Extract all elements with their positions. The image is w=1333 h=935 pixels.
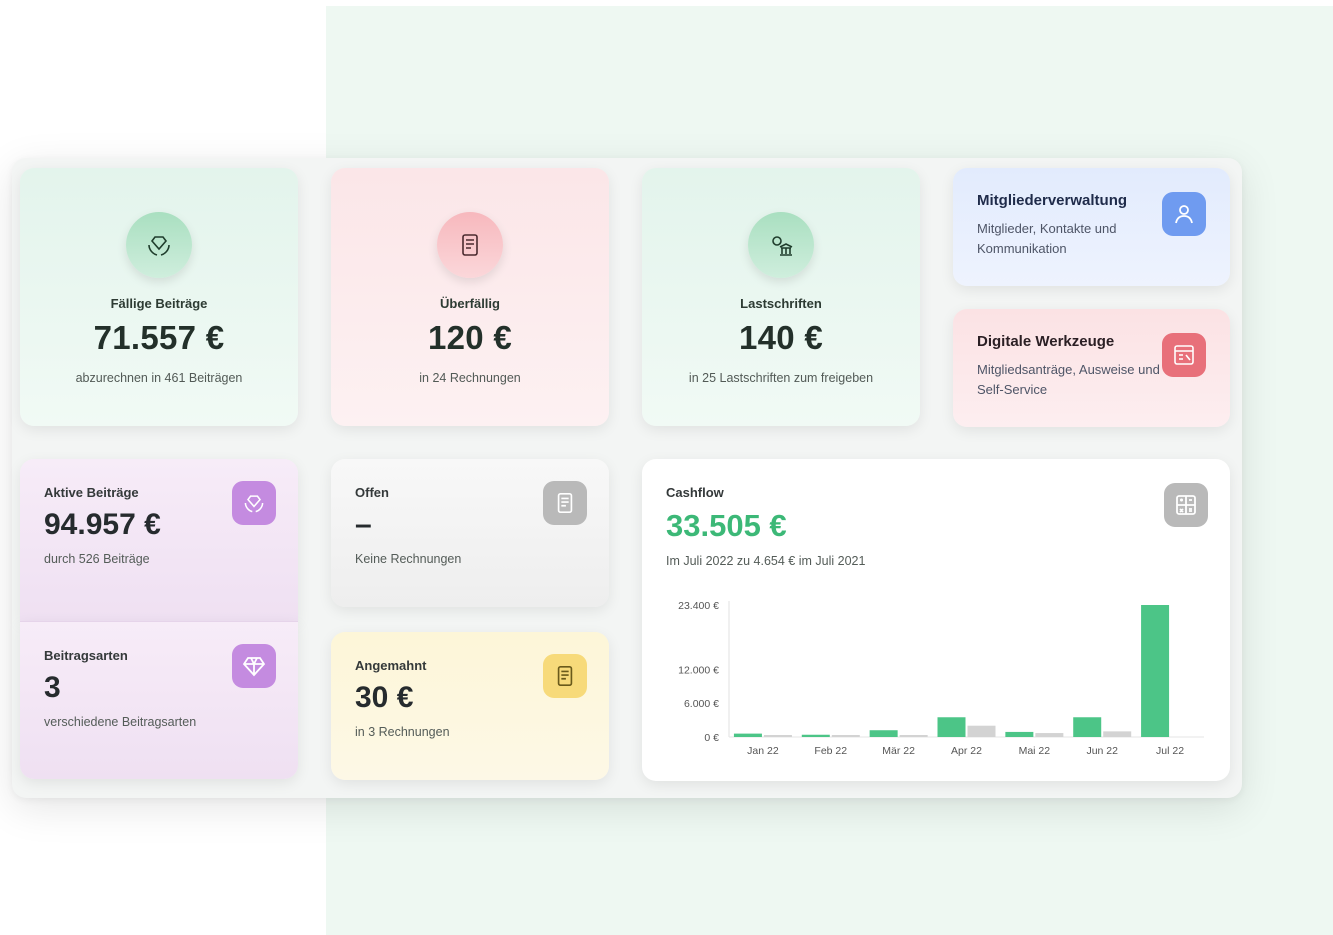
feature-card-members[interactable]: Mitgliederverwaltung Mitglieder, Kontakt… (953, 168, 1230, 286)
feature-desc: Mitglieder, Kontakte und Kommunikation (977, 221, 1117, 256)
y-tick-label: 23.400 € (678, 600, 719, 612)
hands-gem-icon (232, 481, 276, 525)
x-tick-label: Apr 22 (951, 745, 982, 757)
stat-value: 140 € (738, 319, 824, 356)
stat-card-direct-debits[interactable]: Lastschriften 140 € in 25 Lastschriften … (642, 168, 920, 426)
y-tick-label: 6.000 € (684, 698, 719, 710)
info-sub: durch 526 Beiträge (44, 552, 150, 566)
stat-sub: abzurechnen in 461 Beiträgen (75, 371, 243, 385)
members-icon (1162, 192, 1206, 236)
stat-sub: in 25 Lastschriften zum freigeben (688, 371, 874, 385)
feature-card-digital-tools[interactable]: Digitale Werkzeuge Mitgliedsanträge, Aus… (953, 309, 1230, 427)
cashflow-card[interactable]: Cashflow 33.505 € Im Juli 2022 zu 4.654 … (642, 459, 1230, 781)
info-card-dunned[interactable]: Angemahnt 30 € in 3 Rechnungen (331, 632, 609, 780)
invoice-icon (543, 481, 587, 525)
info-sub: verschiedene Beitragsarten (44, 715, 197, 729)
stat-sub: in 24 Rechnungen (419, 371, 521, 385)
stat-label: Überfällig (440, 296, 500, 311)
stat-value: 120 € (427, 319, 513, 356)
info-sub: Keine Rechnungen (355, 552, 462, 566)
bar-previous[interactable] (831, 735, 860, 737)
bar-previous[interactable] (1103, 731, 1132, 737)
bar-current[interactable] (1073, 717, 1102, 737)
bar-previous[interactable] (967, 725, 996, 737)
stat-card-due[interactable]: Fällige Beiträge 71.557 € abzurechnen in… (20, 168, 298, 426)
x-tick-label: Jul 22 (1156, 745, 1184, 757)
invoice-icon (437, 212, 503, 278)
bar-current[interactable] (1005, 731, 1034, 737)
info-card-types[interactable]: Beitragsarten 3 verschiedene Beitragsart… (20, 621, 298, 779)
x-tick-label: Jun 22 (1086, 745, 1118, 757)
stat-value: 71.557 € (93, 319, 225, 356)
stat-label: Fällige Beiträge (110, 296, 208, 311)
x-tick-label: Mai 22 (1019, 745, 1051, 757)
bar-current[interactable] (869, 730, 898, 737)
bar-previous[interactable] (763, 735, 792, 737)
cashflow-chart: 0 € 6.000 € 12.000 € 23.400 € Jan 22 Feb 22 Mä… (678, 600, 1204, 757)
diamond-icon (232, 644, 276, 688)
x-tick-label: Feb 22 (814, 745, 847, 757)
y-tick-label: 0 € (704, 732, 719, 744)
bar-current[interactable] (1141, 605, 1170, 737)
y-tick-label: 12.000 € (678, 664, 719, 676)
stat-card-overdue[interactable]: Überfällig 120 € in 24 Rechnungen (331, 168, 609, 426)
bank-transfer-icon (748, 212, 814, 278)
feature-desc: Mitgliedsanträge, Ausweise und Self-Serv… (977, 362, 1160, 397)
bar-previous[interactable] (1035, 733, 1064, 737)
x-tick-label: Jan 22 (747, 745, 779, 757)
digital-tools-icon (1162, 333, 1206, 377)
bar-current[interactable] (733, 733, 762, 737)
invoice-icon (543, 654, 587, 698)
bar-current[interactable] (801, 734, 830, 737)
stat-label: Lastschriften (740, 296, 822, 311)
info-sub: in 3 Rechnungen (355, 725, 450, 739)
info-card-open[interactable]: Offen – Keine Rechnungen (331, 459, 609, 607)
bar-previous[interactable] (899, 735, 928, 737)
x-tick-label: Mär 22 (882, 745, 915, 757)
hands-gem-icon (126, 212, 192, 278)
bar-current[interactable] (937, 717, 966, 737)
info-card-active[interactable]: Aktive Beiträge 94.957 € durch 526 Beitr… (20, 459, 298, 621)
